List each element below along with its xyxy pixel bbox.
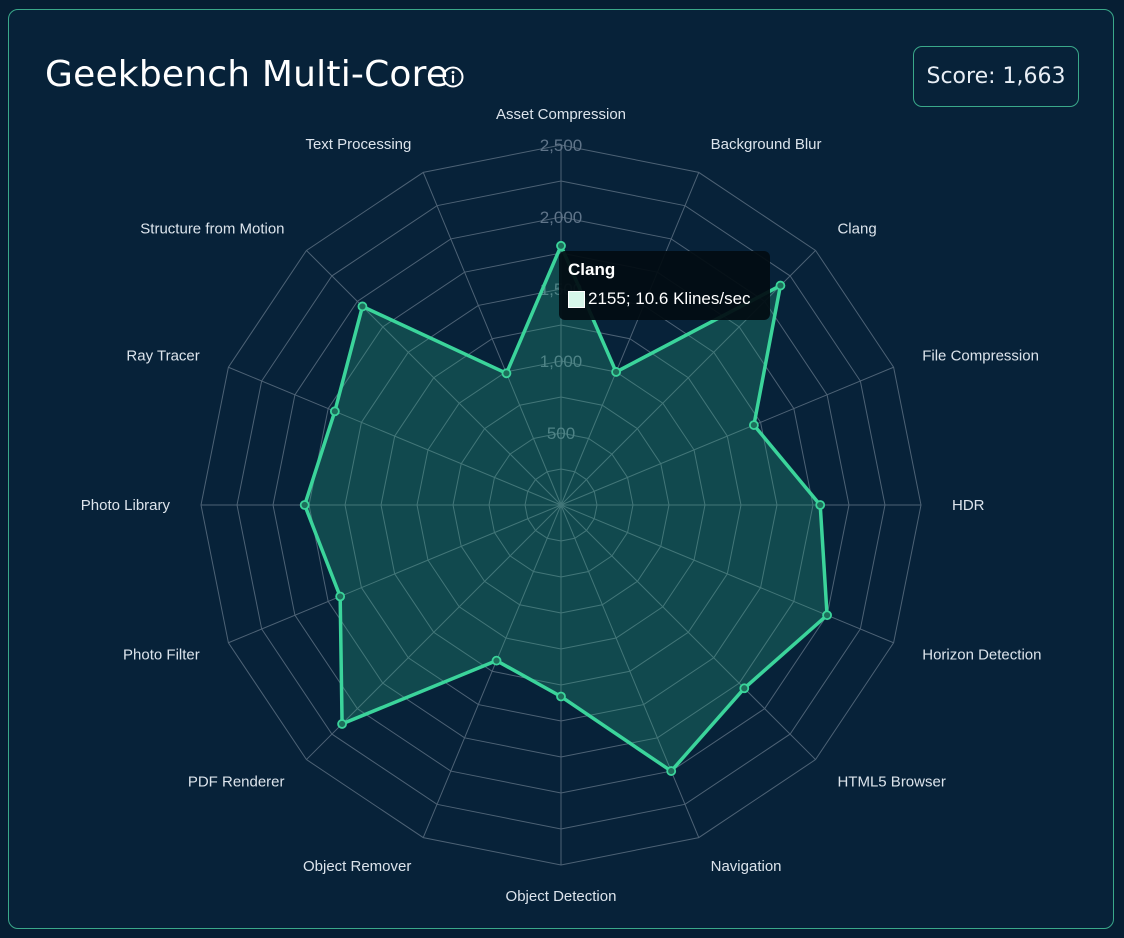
tooltip-value: 2155; 10.6 Klines/sec [588,289,751,308]
data-point [491,655,502,666]
data-point [749,420,759,430]
category-label: Horizon Detection [922,647,1041,664]
tooltip-title: Clang [568,260,616,279]
category-label: Clang [837,221,876,238]
category-label: HDR [952,497,985,514]
category-label: Object Remover [303,858,411,875]
chart-tooltip: Clang 2155; 10.6 Klines/sec [559,251,770,320]
category-label: Object Detection [506,888,617,905]
tooltip-color-swatch [568,290,585,308]
data-point [556,691,566,702]
category-label: File Compression [922,347,1039,364]
category-label: HTML5 Browser [837,773,945,790]
data-point [556,240,566,251]
data-point [357,301,368,312]
tick-label: 2,000 [540,208,583,227]
category-label: Background Blur [711,136,822,153]
tick-label: 2,500 [540,136,583,155]
data-point [611,367,622,377]
data-point [329,406,340,417]
category-label: Photo Filter [123,647,200,664]
data-point [822,610,832,621]
category-label: Ray Tracer [126,347,199,364]
data-point [337,719,347,729]
radar-chart: 5001,0001,5002,0002,500 Asset Compressio… [81,106,1042,905]
data-point [299,500,310,510]
category-label: Navigation [711,858,782,875]
category-label: Photo Library [81,497,171,514]
data-point [501,368,512,379]
data-point [739,683,750,694]
category-label: Structure from Motion [140,221,284,238]
data-point [335,591,346,602]
category-label: PDF Renderer [188,773,285,790]
data-point [815,500,826,510]
data-point [666,766,677,776]
category-label: Asset Compression [496,106,626,123]
data-point [775,280,786,291]
category-label: Text Processing [305,136,411,153]
